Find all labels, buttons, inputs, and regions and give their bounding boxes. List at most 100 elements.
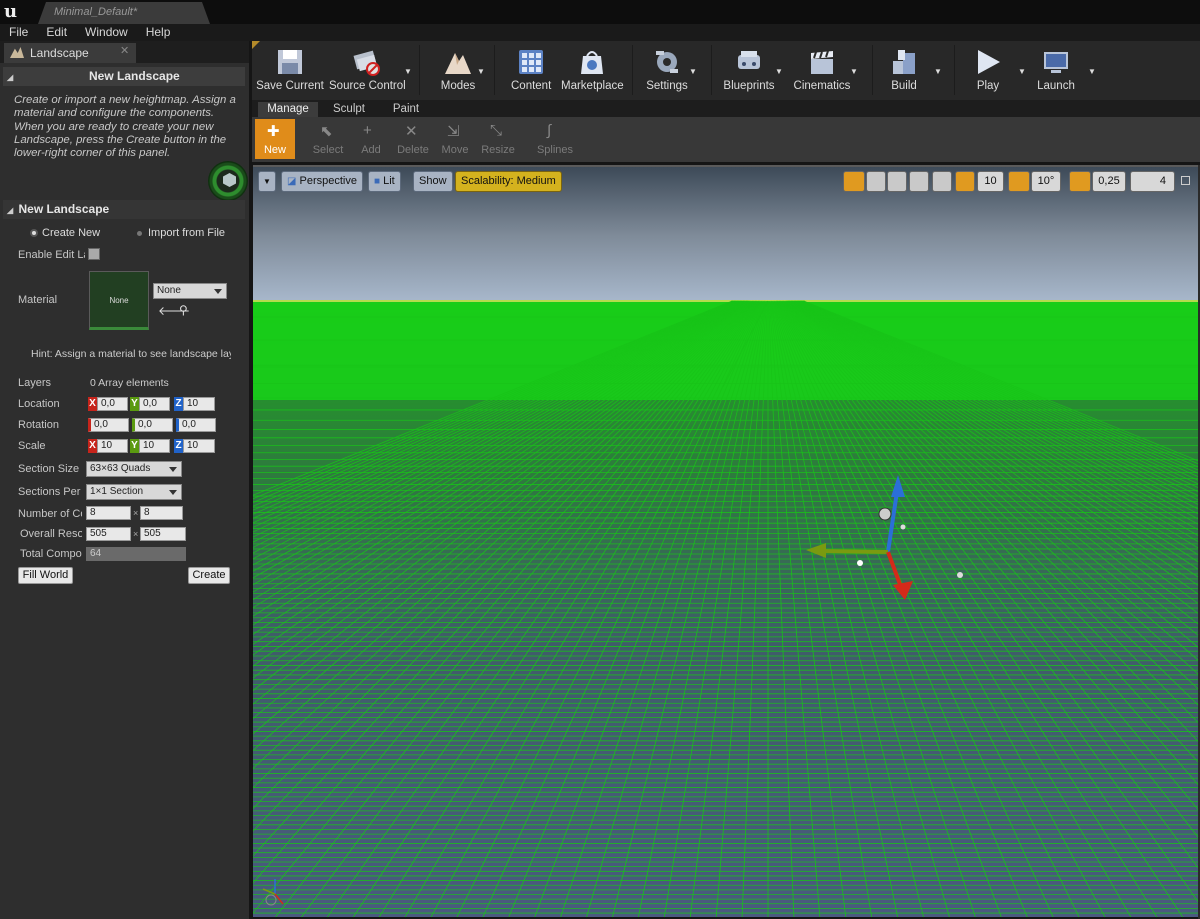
rotation-y-input[interactable]: 0,0 [132, 418, 173, 432]
menu-file[interactable]: File [0, 24, 37, 41]
rotation-label: Rotation [18, 419, 59, 431]
menu-bar: File Edit Window Help [0, 24, 1200, 41]
play-button[interactable]: Play [966, 44, 1010, 98]
tool-select-button[interactable]: ⬉ Select [308, 119, 348, 159]
tool-splines-button[interactable]: ∫ Splines [534, 119, 576, 159]
scale-x-input[interactable]: 10 [97, 439, 128, 453]
overall-resolution-x-input[interactable]: 505 [86, 527, 131, 541]
launch-button[interactable]: Launch [1034, 44, 1078, 98]
maximize-viewport-icon[interactable] [1181, 176, 1190, 185]
spline-curve-icon: ∫ [547, 122, 552, 139]
viewport-options-button[interactable]: ▼ [258, 171, 276, 192]
total-components-label: Total Compor [20, 548, 82, 560]
enable-edit-layers-checkbox[interactable] [88, 248, 100, 260]
level-viewport[interactable] [253, 165, 1198, 917]
settings-button[interactable]: Settings [645, 44, 689, 98]
build-icon [893, 50, 915, 74]
select-arrow-icon: ⬉ [320, 123, 333, 140]
browse-search-icon[interactable]: ⚲ [179, 303, 188, 317]
source-control-button[interactable]: Source Control [329, 44, 406, 98]
build-dropdown-icon[interactable]: ▼ [934, 67, 942, 76]
save-icon [278, 50, 302, 74]
save-current-button[interactable]: Save Current [256, 44, 324, 98]
radio-create-new-label: Create New [42, 227, 101, 239]
scale-snap-value[interactable]: 0,25 [1092, 171, 1126, 192]
source-control-dropdown-icon[interactable]: ▼ [404, 67, 412, 76]
blueprints-button[interactable]: Blueprints [722, 44, 776, 98]
camera-speed-button[interactable]: 4 [1130, 171, 1175, 192]
collapse-arrow-icon: ◢ [7, 206, 14, 215]
number-of-components-y-input[interactable]: 8 [140, 506, 183, 520]
location-y-input[interactable]: 0,0 [139, 397, 170, 411]
tool-add-button[interactable]: + Add [351, 119, 391, 159]
cinematics-button[interactable]: Cinematics [793, 44, 851, 98]
translate-mode-icon[interactable] [843, 171, 865, 192]
rotation-snap-icon[interactable] [1008, 171, 1030, 192]
radio-import-label: Import from File [148, 227, 226, 239]
fill-world-button[interactable]: Fill World [18, 567, 73, 584]
unreal-logo-icon: u [4, 1, 18, 22]
scale-snap-icon[interactable] [1069, 171, 1091, 192]
perspective-icon: ◪ [287, 176, 297, 187]
grid-snap-value[interactable]: 10 [977, 171, 1004, 192]
modes-dropdown-icon[interactable]: ▼ [477, 67, 485, 76]
radio-create-new[interactable] [30, 229, 38, 237]
tab-paint[interactable]: Paint [380, 102, 432, 117]
scale-mode-icon[interactable] [887, 171, 907, 192]
chevron-down-icon: ▼ [263, 177, 271, 186]
section-header-new-landscape-2[interactable]: ◢ New Landscape [3, 200, 245, 219]
location-x-input[interactable]: 0,0 [97, 397, 128, 411]
build-button[interactable]: Build [884, 44, 924, 98]
launch-dropdown-icon[interactable]: ▼ [1088, 67, 1096, 76]
marketplace-button[interactable]: Marketplace [561, 44, 624, 98]
tool-new-button[interactable]: ✚ New [255, 119, 295, 159]
rotation-snap-value[interactable]: 10° [1031, 171, 1061, 192]
content-button[interactable]: Content [511, 44, 551, 98]
new-sparkle-icon: ✚ [267, 123, 280, 140]
close-icon[interactable]: ✕ [120, 44, 129, 57]
scale-z-input[interactable]: 10 [183, 439, 215, 453]
tool-resize-button[interactable]: ⤡ Resize [478, 119, 518, 159]
rotate-mode-icon[interactable] [866, 171, 886, 192]
menu-window[interactable]: Window [76, 24, 137, 41]
section-size-dropdown[interactable]: 63×63 Quads [86, 461, 182, 477]
menu-edit[interactable]: Edit [37, 24, 76, 41]
axis-z-badge: Z [174, 397, 183, 411]
tool-delete-button[interactable]: ✕ Delete [393, 119, 433, 159]
show-button[interactable]: Show [413, 171, 453, 192]
landscape-tab[interactable]: Landscape [4, 43, 136, 63]
number-of-components-x-input[interactable]: 8 [86, 506, 131, 520]
perspective-button[interactable]: ◪ Perspective [281, 171, 363, 192]
tab-manage[interactable]: Manage [258, 102, 318, 117]
material-thumbnail[interactable]: None [89, 271, 149, 330]
rotation-z-input[interactable]: 0,0 [176, 418, 216, 432]
radio-import[interactable] [137, 231, 142, 236]
create-button[interactable]: Create [188, 567, 230, 584]
axis-x-badge: X [88, 397, 97, 411]
location-z-input[interactable]: 10 [183, 397, 215, 411]
scalability-warning[interactable]: Scalability: Medium [455, 171, 562, 192]
overall-resolution-y-input[interactable]: 505 [140, 527, 186, 541]
section-header-new-landscape[interactable]: ◢ New Landscape [3, 67, 245, 86]
play-dropdown-icon[interactable]: ▼ [1018, 67, 1026, 76]
modes-icon [445, 53, 471, 74]
modes-button[interactable]: Modes [438, 44, 478, 98]
viewport-scene [253, 167, 1198, 917]
world-local-globe-icon[interactable] [909, 171, 929, 192]
blueprints-dropdown-icon[interactable]: ▼ [775, 67, 783, 76]
toolbar-separator [632, 45, 633, 95]
tool-move-button[interactable]: ⇲ Move [435, 119, 475, 159]
play-icon [978, 50, 1000, 74]
lit-button[interactable]: ■ Lit [368, 171, 401, 192]
sections-per-component-dropdown[interactable]: 1×1 Section [86, 484, 182, 500]
settings-dropdown-icon[interactable]: ▼ [689, 67, 697, 76]
tab-sculpt[interactable]: Sculpt [322, 102, 376, 117]
cinematics-dropdown-icon[interactable]: ▼ [850, 67, 858, 76]
material-dropdown[interactable]: None [153, 283, 227, 299]
surface-snap-icon[interactable] [932, 171, 952, 192]
scale-y-input[interactable]: 10 [139, 439, 170, 453]
document-tab[interactable]: Minimal_Default* [38, 2, 210, 24]
rotation-x-input[interactable]: 0,0 [88, 418, 129, 432]
grid-snap-icon[interactable] [955, 171, 975, 192]
menu-help[interactable]: Help [137, 24, 180, 41]
